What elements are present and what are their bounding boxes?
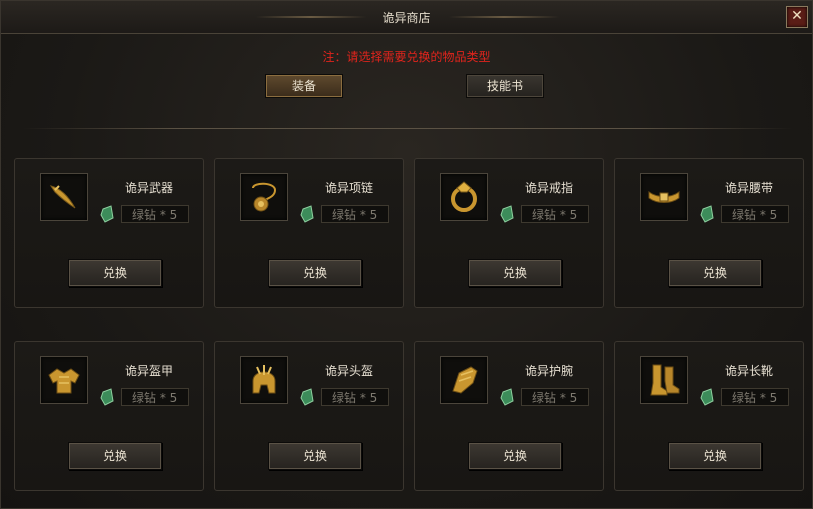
exchange-button[interactable]: 兑换	[268, 259, 362, 287]
exchange-button[interactable]: 兑换	[668, 442, 762, 470]
item-name: 诡异项链	[325, 181, 374, 195]
item-card-armor: 诡异盔甲 绿钻 * 5 兑换	[14, 341, 204, 491]
item-card-ring: 诡异戒指 绿钻 * 5 兑换	[414, 158, 604, 308]
item-name: 诡异长靴	[725, 364, 774, 378]
boots-icon	[650, 364, 680, 396]
item-slot[interactable]	[640, 173, 688, 221]
item-slot[interactable]	[40, 173, 88, 221]
item-card-necklace: 诡异项链 绿钻 * 5 兑换	[214, 158, 404, 308]
weapon-icon	[49, 185, 76, 209]
item-slot[interactable]	[440, 356, 488, 404]
exchange-button[interactable]: 兑换	[68, 442, 162, 470]
item-slot[interactable]	[640, 356, 688, 404]
ring-icon	[451, 181, 477, 212]
divider	[23, 128, 793, 129]
green-diamond-icon	[300, 205, 314, 223]
item-slot[interactable]	[240, 173, 288, 221]
window-title: 诡异商店	[382, 11, 431, 25]
tab-skill-books[interactable]: 技能书	[466, 74, 544, 98]
belt-icon	[648, 191, 680, 203]
close-icon[interactable]: ✕	[786, 6, 808, 28]
item-card-boots: 诡异长靴 绿钻 * 5 兑换	[614, 341, 804, 491]
item-price: 绿钻 * 5	[521, 388, 589, 406]
item-name: 诡异头盔	[325, 364, 374, 378]
green-diamond-icon	[500, 205, 514, 223]
green-diamond-icon	[100, 205, 114, 223]
exchange-button[interactable]: 兑换	[268, 442, 362, 470]
exchange-button[interactable]: 兑换	[468, 442, 562, 470]
item-name: 诡异盔甲	[125, 364, 174, 378]
item-price: 绿钻 * 5	[321, 388, 389, 406]
title-bar[interactable]: 诡异商店	[1, 1, 812, 34]
item-card-helmet: 诡异头盔 绿钻 * 5 兑换	[214, 341, 404, 491]
item-price: 绿钻 * 5	[321, 205, 389, 223]
item-card-bracer: 诡异护腕 绿钻 * 5 兑换	[414, 341, 604, 491]
item-price: 绿钻 * 5	[721, 388, 789, 406]
item-name: 诡异腰带	[725, 181, 774, 195]
bracer-icon	[452, 366, 478, 394]
green-diamond-icon	[500, 388, 514, 406]
armor-icon	[48, 368, 80, 394]
item-name: 诡异护腕	[525, 364, 574, 378]
green-diamond-icon	[700, 388, 714, 406]
tab-equipment[interactable]: 装备	[265, 74, 343, 98]
item-price: 绿钻 * 5	[121, 388, 189, 406]
item-name: 诡异武器	[125, 181, 174, 195]
item-slot[interactable]	[40, 356, 88, 404]
green-diamond-icon	[100, 388, 114, 406]
green-diamond-icon	[700, 205, 714, 223]
helmet-icon	[252, 365, 276, 394]
exchange-button[interactable]: 兑换	[468, 259, 562, 287]
item-name: 诡异戒指	[525, 181, 574, 195]
green-diamond-icon	[300, 388, 314, 406]
item-slot[interactable]	[440, 173, 488, 221]
item-price: 绿钻 * 5	[521, 205, 589, 223]
instruction-note: 注：请选择需要兑换的物品类型	[322, 50, 491, 64]
shop-window: 诡异商店 ✕ 注：请选择需要兑换的物品类型 装备 技能书 诡异武器 绿钻 * 5…	[0, 0, 813, 509]
item-card-belt: 诡异腰带 绿钻 * 5 兑换	[614, 158, 804, 308]
item-price: 绿钻 * 5	[721, 205, 789, 223]
item-card-weapon: 诡异武器 绿钻 * 5 兑换	[14, 158, 204, 308]
exchange-button[interactable]: 兑换	[668, 259, 762, 287]
necklace-icon	[252, 182, 277, 212]
item-price: 绿钻 * 5	[121, 205, 189, 223]
item-slot[interactable]	[240, 356, 288, 404]
exchange-button[interactable]: 兑换	[68, 259, 162, 287]
